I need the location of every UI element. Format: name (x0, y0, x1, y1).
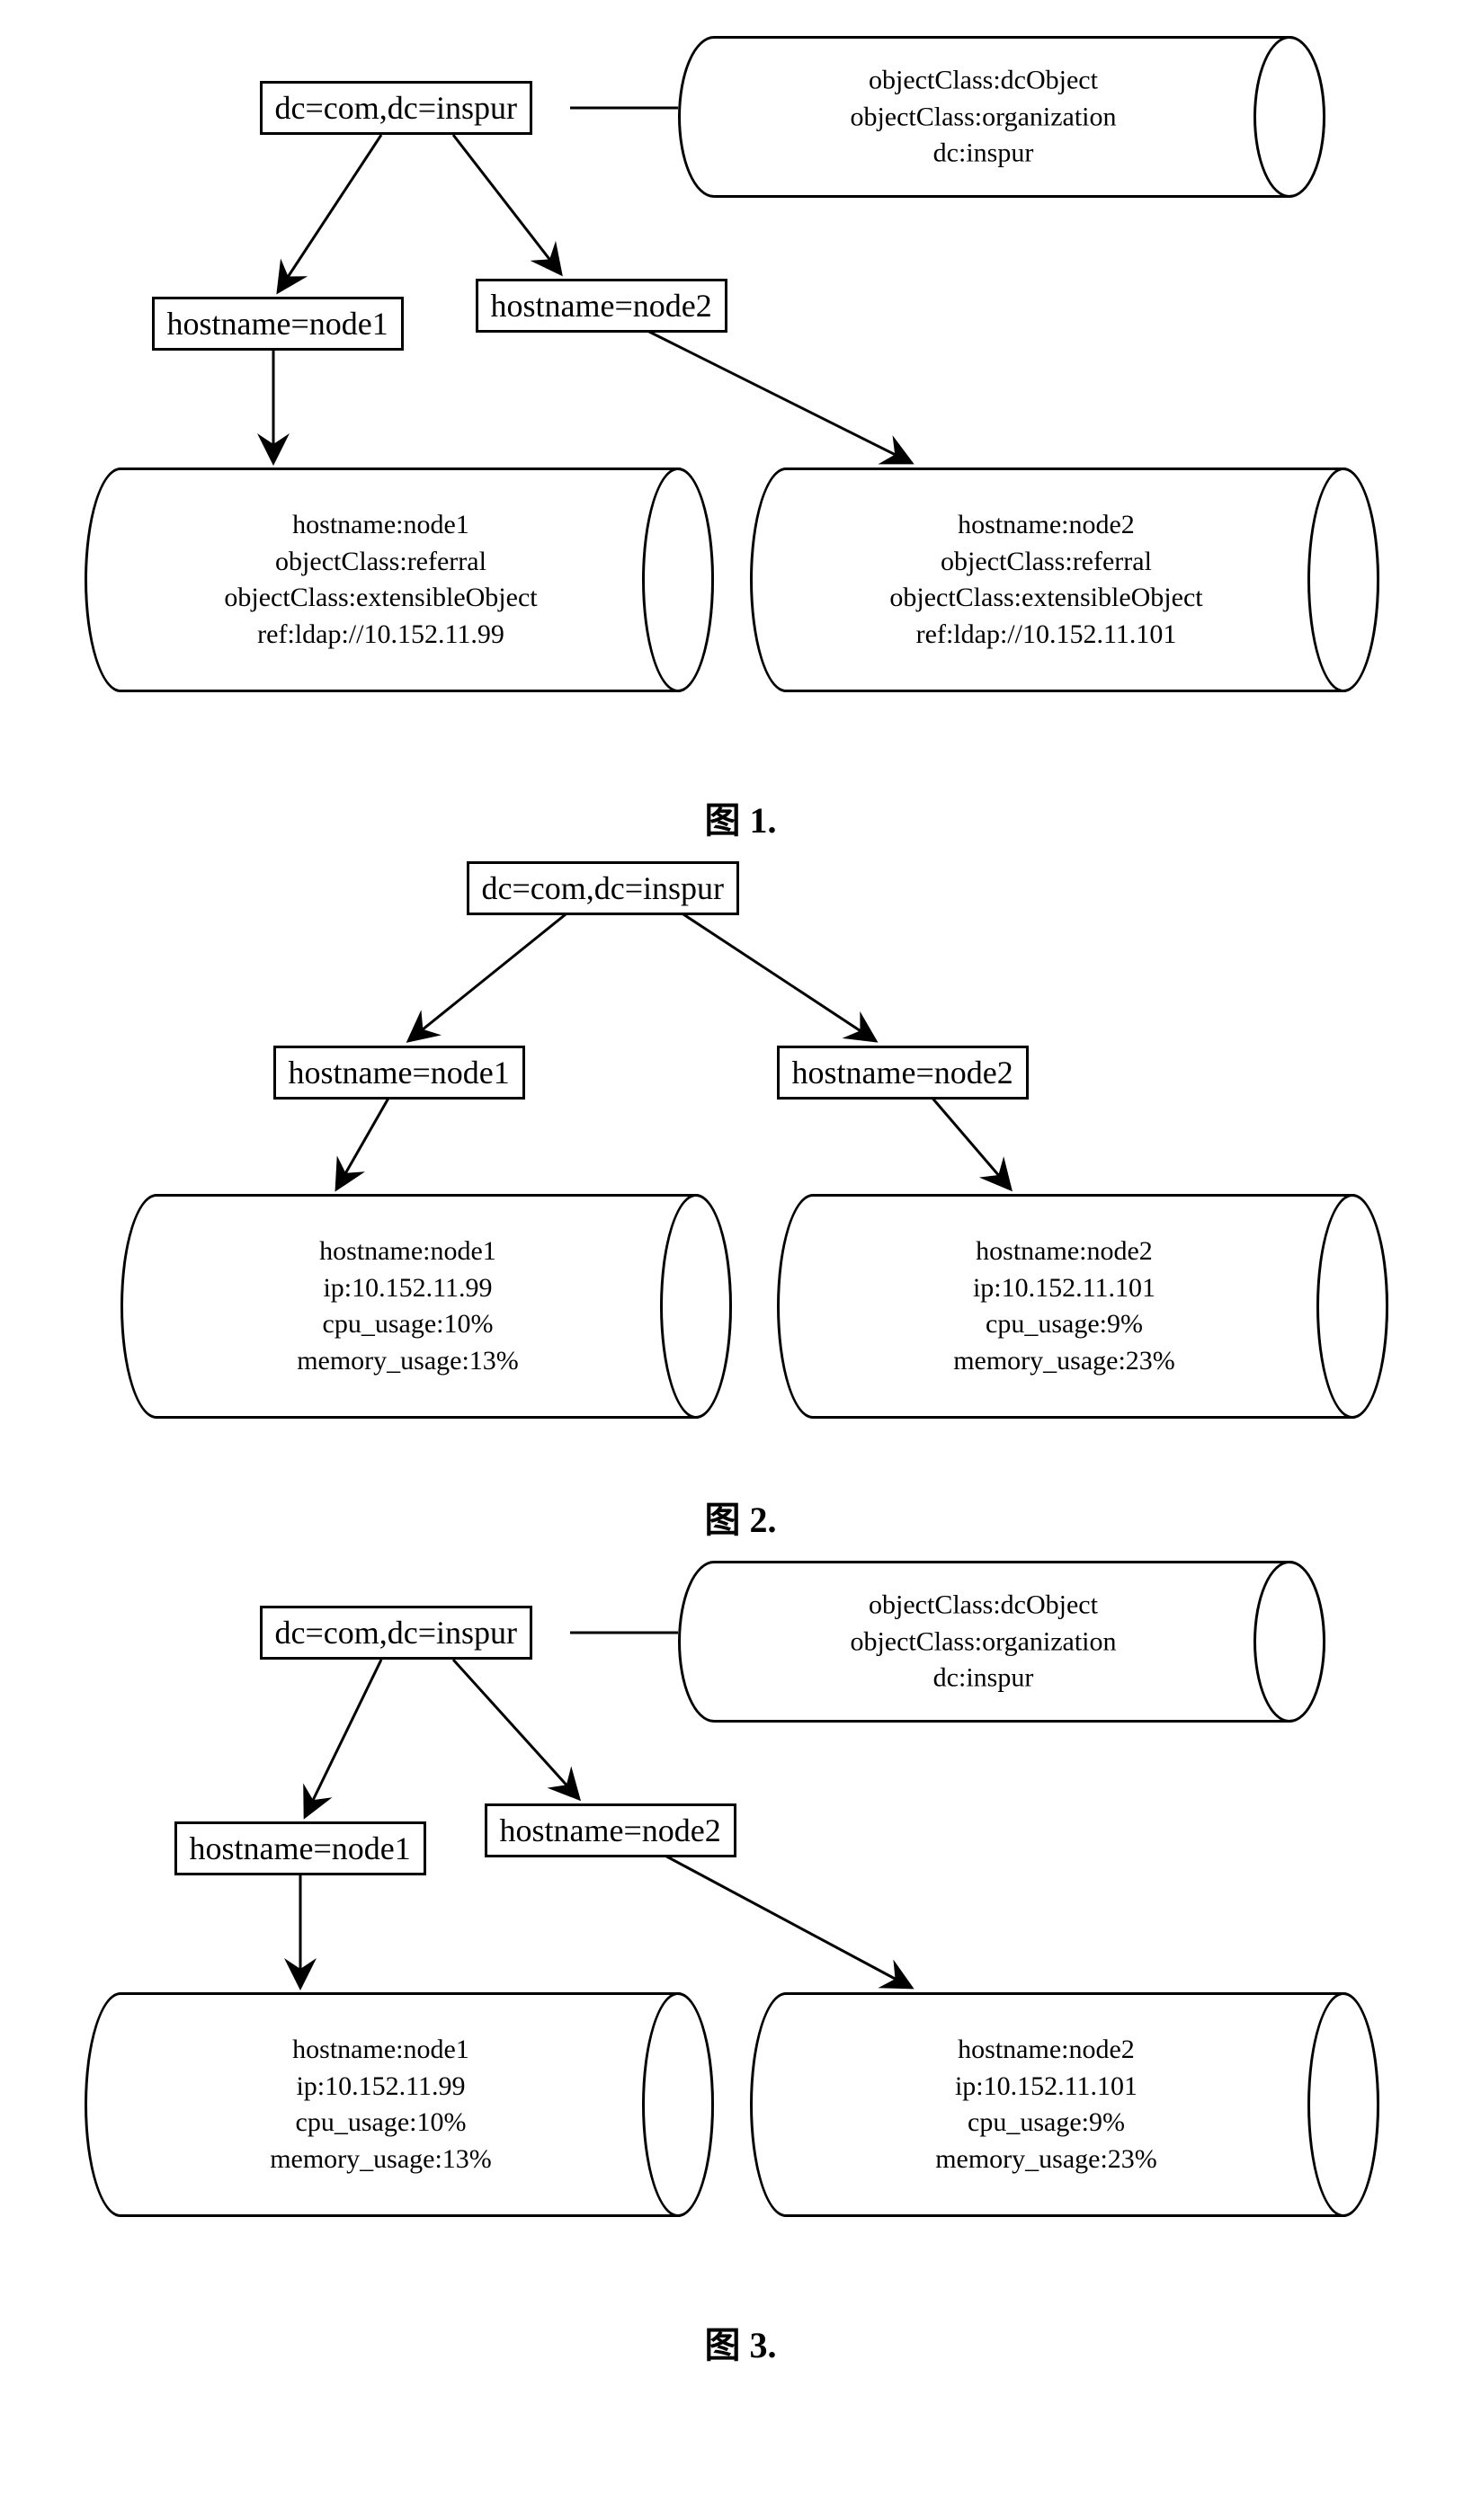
caption-3: 图 3. (18, 2316, 1463, 2368)
node1-cylinder: hostname:node1 ip:10.152.11.99 cpu_usage… (120, 1194, 732, 1419)
caption-2: 图 2. (18, 1491, 1463, 1543)
node2-cylinder: hostname:node2 objectClass:referral obje… (750, 467, 1379, 692)
root-box: dc=com,dc=inspur (260, 1606, 533, 1660)
figure-2: dc=com,dc=inspur hostname=node1 hostname… (67, 843, 1415, 1455)
root-cyl-text: objectClass:dcObject objectClass:organiz… (723, 1587, 1245, 1696)
node2-cylinder: hostname:node2 ip:10.152.11.101 cpu_usag… (777, 1194, 1388, 1419)
figure-3: dc=com,dc=inspur objectClass:dcObject ob… (67, 1543, 1415, 2280)
root-cylinder: objectClass:dcObject objectClass:organiz… (678, 36, 1325, 198)
root-box: dc=com,dc=inspur (260, 81, 533, 135)
node2-box: hostname=node2 (777, 1046, 1029, 1100)
node1-cylinder: hostname:node1 objectClass:referral obje… (85, 467, 714, 692)
node2-box: hostname=node2 (485, 1803, 736, 1857)
node1-cyl-text: hostname:node1 ip:10.152.11.99 cpu_usage… (129, 2032, 633, 2177)
node1-cylinder: hostname:node1 ip:10.152.11.99 cpu_usage… (85, 1992, 714, 2217)
root-box: dc=com,dc=inspur (467, 861, 740, 915)
node2-cylinder: hostname:node2 ip:10.152.11.101 cpu_usag… (750, 1992, 1379, 2217)
node2-box: hostname=node2 (476, 279, 727, 333)
caption-1: 图 1. (18, 791, 1463, 843)
figure-1: dc=com,dc=inspur objectClass:dcObject ob… (67, 18, 1415, 755)
node1-cyl-text: hostname:node1 ip:10.152.11.99 cpu_usage… (165, 1233, 651, 1379)
root-cyl-text: objectClass:dcObject objectClass:organiz… (723, 62, 1245, 172)
node1-box: hostname=node1 (152, 297, 404, 351)
node1-box: hostname=node1 (273, 1046, 525, 1100)
node1-cyl-text: hostname:node1 objectClass:referral obje… (129, 507, 633, 653)
node1-box: hostname=node1 (174, 1821, 426, 1875)
root-cylinder: objectClass:dcObject objectClass:organiz… (678, 1561, 1325, 1723)
node2-cyl-text: hostname:node2 objectClass:referral obje… (795, 507, 1298, 653)
node2-cyl-text: hostname:node2 ip:10.152.11.101 cpu_usag… (822, 1233, 1307, 1379)
node2-cyl-text: hostname:node2 ip:10.152.11.101 cpu_usag… (795, 2032, 1298, 2177)
